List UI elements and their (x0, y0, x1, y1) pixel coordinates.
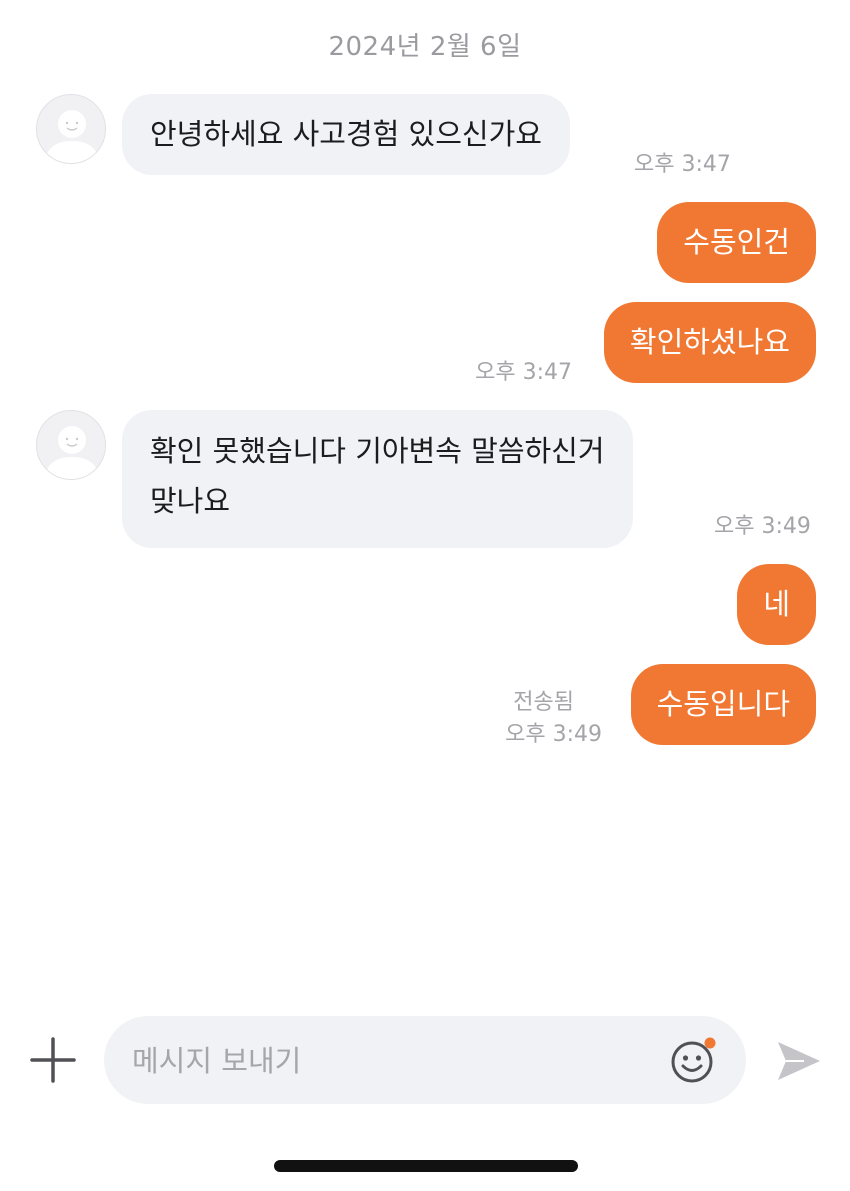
message-timestamp: 오후 3:49 (714, 514, 811, 539)
message-text: 안녕하세요 사고경험 있으신가요 (150, 117, 542, 151)
message-bubble-outgoing[interactable]: 수동입니다 (630, 664, 816, 745)
message-timestamp: 오후 3:49 (505, 722, 602, 747)
default-profile-icon (45, 110, 99, 163)
message-bubble-outgoing[interactable]: 확인하셨나요 (603, 302, 816, 383)
notification-dot (704, 1037, 716, 1049)
message-text-line: 확인 못했습니다 기아변속 말씀하신거 (150, 434, 605, 468)
message-status: 전송됨 (513, 690, 574, 715)
send-icon[interactable] (774, 1036, 824, 1086)
message-timestamp: 오후 3:47 (475, 360, 572, 385)
message-bubble-outgoing[interactable]: 수동인건 (657, 202, 816, 283)
chat-date-header: 2024년 2월 6일 (328, 32, 522, 62)
smiley-icon[interactable] (670, 1036, 718, 1084)
message-text-line: 맞나요 (150, 484, 231, 518)
message-input[interactable]: 메시지 보내기 (104, 1016, 746, 1104)
message-bubble-incoming[interactable]: 확인 못했습니다 기아변속 말씀하신거 맞나요 (122, 410, 633, 548)
message-text: 수동입니다 (656, 687, 790, 721)
default-profile-icon (45, 426, 99, 479)
message-bubble-outgoing[interactable]: 네 (737, 564, 816, 645)
message-text: 확인하셨나요 (629, 325, 790, 359)
message-text: 수동인건 (683, 225, 790, 259)
sender-avatar[interactable] (36, 410, 106, 480)
message-text: 네 (763, 587, 790, 621)
sender-avatar[interactable] (36, 94, 106, 164)
message-bubble-incoming[interactable]: 안녕하세요 사고경험 있으신가요 (122, 94, 570, 175)
plus-icon[interactable] (30, 1037, 76, 1083)
message-input-placeholder: 메시지 보내기 (132, 1044, 302, 1078)
message-timestamp: 오후 3:47 (634, 152, 731, 177)
home-indicator (274, 1160, 578, 1172)
